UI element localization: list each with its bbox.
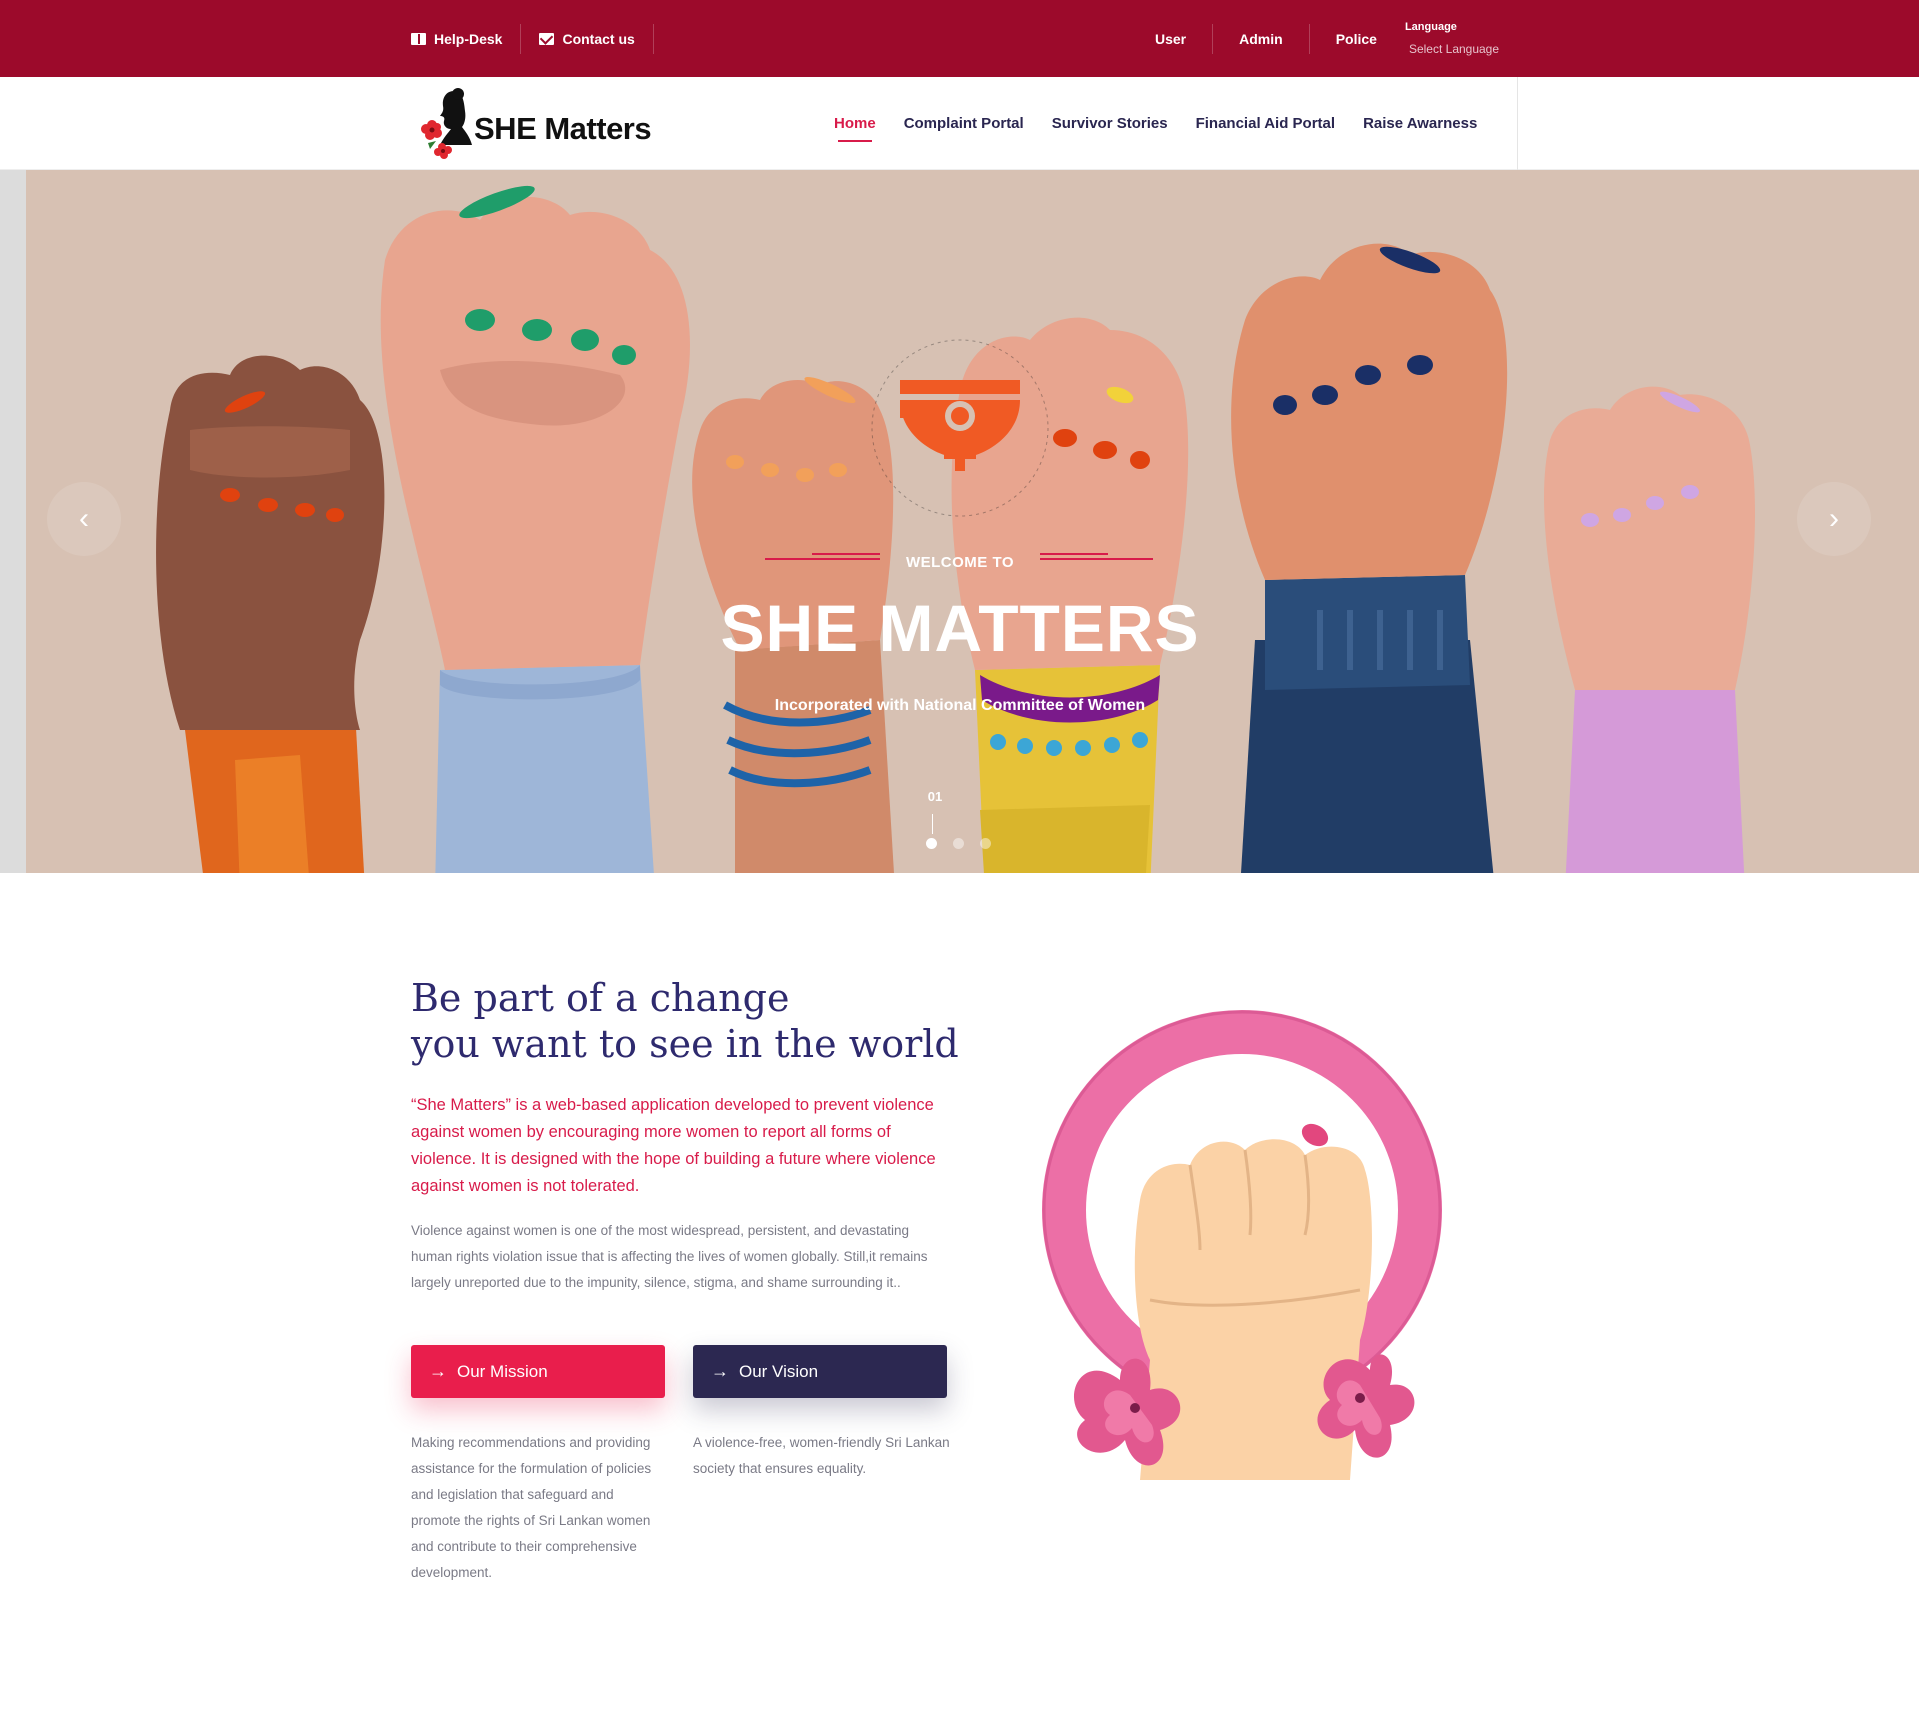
- top-bar-left: Help-Desk Contact us: [411, 0, 654, 77]
- nav-survivor-stories[interactable]: Survivor Stories: [1038, 115, 1182, 132]
- about-lead: “She Matters” is a web-based application…: [411, 1096, 936, 1195]
- main-nav: Home Complaint Portal Survivor Stories F…: [820, 77, 1519, 170]
- arrow-right-icon: →: [429, 1361, 447, 1381]
- contact-link[interactable]: Contact us: [521, 23, 654, 54]
- chevron-right-icon: ›: [1829, 502, 1839, 535]
- helpdesk-link[interactable]: Help-Desk: [411, 23, 522, 54]
- logo-text: SHE Matters: [474, 111, 652, 146]
- top-bar: Help-Desk Contact us User Admin Police L…: [0, 0, 1919, 77]
- fist-ring-illustration: [1042, 1010, 1442, 1480]
- language-select[interactable]: Select Language: [1409, 42, 1499, 56]
- mission-text: Making recommendations and providing ass…: [411, 1435, 652, 1580]
- our-mission-label: Our Mission: [457, 1361, 548, 1381]
- arrow-right-icon: →: [711, 1361, 729, 1381]
- language-selector[interactable]: Language Select Language: [1405, 21, 1499, 56]
- hero-dot-1[interactable]: [926, 838, 937, 849]
- our-vision-label: Our Vision: [739, 1361, 819, 1381]
- hero-slider: ‹ › WELCOME TO SHE MATTERS Incorporated …: [0, 170, 1919, 873]
- hero-slide-number: 01: [927, 789, 943, 804]
- hero-left-strip: [0, 170, 26, 873]
- about-heading-line1: Be part of a change: [411, 976, 790, 1020]
- admin-link[interactable]: Admin: [1213, 23, 1310, 54]
- hero-welcome: WELCOME TO: [905, 554, 1015, 571]
- hero-next-button[interactable]: ›: [1797, 482, 1871, 556]
- mail-icon: [539, 32, 555, 45]
- about-heading-line2: you want to see in the world: [411, 1022, 959, 1066]
- nav-complaint-portal[interactable]: Complaint Portal: [890, 115, 1038, 132]
- hero-dot-3[interactable]: [980, 838, 991, 849]
- hero-prev-button[interactable]: ‹: [47, 482, 121, 556]
- hero-subtitle: Incorporated with National Committee of …: [774, 697, 1146, 714]
- user-link[interactable]: User: [1135, 23, 1214, 54]
- helpdesk-label: Help-Desk: [434, 30, 503, 47]
- hero-dot-2[interactable]: [953, 838, 964, 849]
- book-icon: [411, 32, 426, 45]
- main-header: SHE Matters Home Complaint Portal Surviv…: [0, 77, 1919, 170]
- about-heading: Be part of a change you want to see in t…: [411, 975, 959, 1067]
- hero-title: SHE MATTERS: [720, 591, 1200, 665]
- raised-fists-illustration: [156, 185, 1755, 873]
- about-body: Violence against women is one of the mos…: [411, 1223, 928, 1290]
- contact-label: Contact us: [562, 30, 635, 47]
- site-logo[interactable]: SHE Matters: [418, 85, 668, 163]
- hero-pagination: [926, 838, 991, 849]
- police-link[interactable]: Police: [1310, 24, 1397, 54]
- vision-text: A violence-free, women-friendly Sri Lank…: [693, 1435, 950, 1476]
- nav-home[interactable]: Home: [820, 115, 890, 142]
- our-vision-button[interactable]: → Our Vision: [693, 1345, 947, 1398]
- our-mission-button[interactable]: → Our Mission: [411, 1345, 665, 1398]
- top-bar-right: User Admin Police Language Select Langua…: [1135, 0, 1499, 77]
- nav-financial-aid-portal[interactable]: Financial Aid Portal: [1182, 115, 1349, 132]
- nav-raise-awareness[interactable]: Raise Awarness: [1349, 115, 1491, 132]
- chevron-left-icon: ‹: [79, 502, 89, 535]
- woman-silhouette-logo-icon: [421, 88, 472, 159]
- language-label: Language: [1404, 21, 1457, 33]
- hero-slide-line: [932, 814, 933, 834]
